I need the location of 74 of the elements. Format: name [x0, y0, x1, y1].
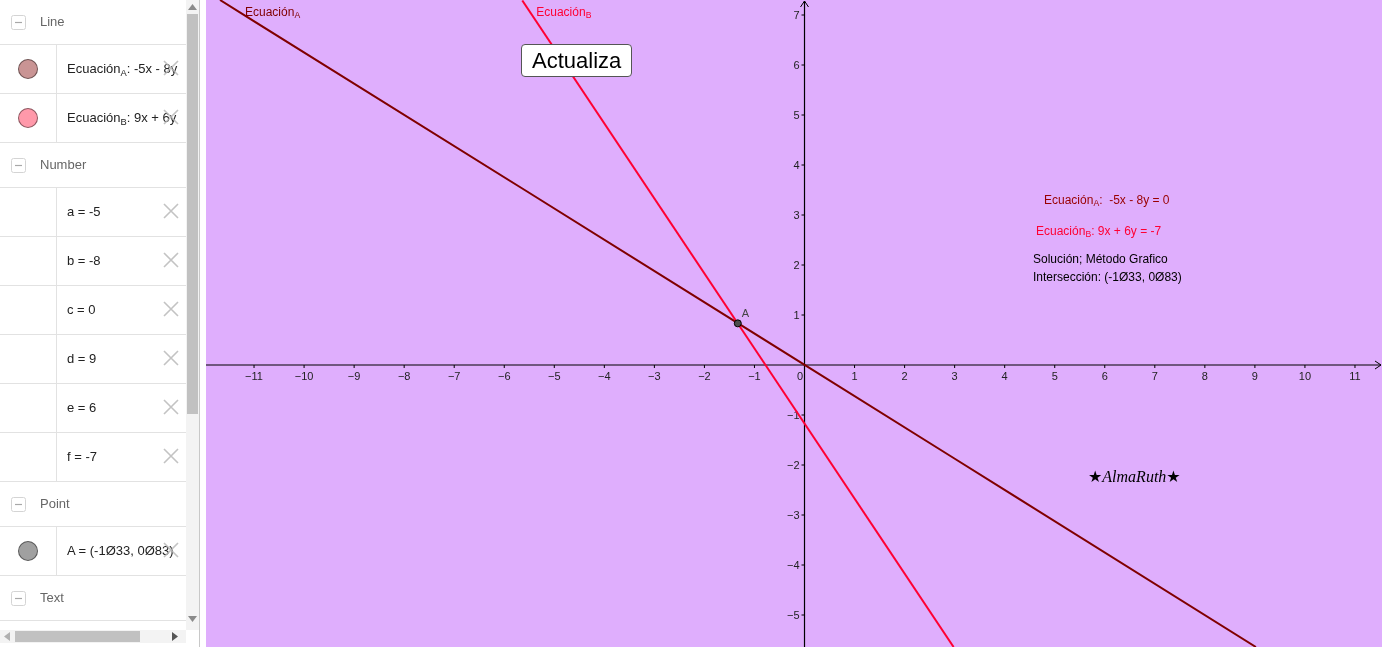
scroll-left-icon[interactable]: [4, 632, 10, 641]
point-label: A: [741, 307, 750, 320]
tick-label: −1: [748, 370, 761, 382]
tick-label: 5: [793, 109, 800, 121]
tick-label: 0: [796, 370, 803, 382]
graph-text: Ecuación$_{B}$: 9x + 6y = -7: [1036, 224, 1162, 239]
algebra-entry[interactable]: b = -8: [67, 251, 101, 271]
collapse-icon[interactable]: [11, 157, 26, 173]
line-label: Ecuación$_{B}$: [536, 5, 592, 20]
tick-label: 5: [1051, 370, 1058, 382]
signature-text: ★AlmaRuth★: [1088, 467, 1181, 487]
update-button[interactable]: Actualiza: [521, 44, 633, 77]
collapse-icon[interactable]: [11, 590, 26, 606]
graph-text: Solución; Método Grafico: [1033, 252, 1168, 267]
vertical-scrollbar[interactable]: [186, 0, 199, 630]
dot-icon[interactable]: [18, 541, 38, 561]
algebra-entry[interactable]: d = 9: [67, 349, 97, 369]
tick-label: −2: [698, 370, 711, 382]
tick-label: −5: [786, 609, 800, 621]
tick-label: 7: [1151, 370, 1158, 382]
algebra-entry[interactable]: f = -7: [67, 447, 97, 467]
tick-label: 2: [901, 370, 908, 382]
group-title: Text: [40, 589, 64, 608]
dot-icon[interactable]: [18, 108, 38, 128]
tick-label: 11: [1349, 370, 1361, 382]
tick-label: −7: [447, 370, 461, 382]
tick-label: 7: [793, 9, 800, 21]
tick-label: 1: [851, 370, 858, 382]
scroll-down-icon[interactable]: [188, 616, 197, 622]
tick-label: −6: [498, 370, 511, 382]
tick-label: 3: [793, 209, 800, 221]
graph-text: Intersección: (-1Ø33, 0Ø83): [1033, 270, 1182, 285]
line-label: Ecuación$_{A}$: [245, 5, 301, 20]
tick-label: −3: [786, 509, 800, 521]
tick-label: 2: [793, 259, 800, 271]
tick-label: −3: [648, 370, 661, 382]
algebra-entry[interactable]: c = 0: [67, 300, 96, 320]
tick-label: −9: [347, 370, 361, 382]
group-title: Line: [40, 13, 65, 32]
group-title: Number: [40, 156, 87, 175]
algebra-entry[interactable]: A = (-1Ø33, 0Ø83): [67, 541, 174, 561]
tick-label: 8: [1201, 370, 1208, 382]
collapse-icon[interactable]: [11, 14, 26, 30]
tick-label: 4: [1001, 370, 1008, 382]
tick-label: 9: [1251, 370, 1258, 382]
tick-label: 4: [793, 159, 800, 171]
scroll-up-icon[interactable]: [188, 4, 197, 10]
scrollbar-thumb[interactable]: [15, 631, 140, 642]
tick-label: 10: [1298, 370, 1312, 382]
tick-label: −4: [786, 559, 800, 571]
graph-text: Ecuación$_{A}$: -5x - 8y = 0: [1044, 193, 1170, 208]
scroll-right-icon[interactable]: [172, 632, 178, 641]
collapse-icon[interactable]: [11, 496, 26, 512]
algebra-entry[interactable]: e = 6: [67, 398, 97, 418]
horizontal-scrollbar[interactable]: [0, 630, 186, 643]
group-title: Point: [40, 495, 70, 514]
tick-label: −8: [397, 370, 411, 382]
algebra-entry[interactable]: Ecuación$_{B}$: 9x + 6y: [67, 108, 177, 128]
point-marker: [733, 319, 742, 328]
tick-label: −5: [548, 370, 561, 382]
tick-label: 6: [1101, 370, 1108, 382]
tick-label: 3: [951, 370, 958, 382]
tick-label: 6: [793, 59, 800, 71]
algebra-entry[interactable]: Ecuación$_{A}$: -5x - 8y: [67, 59, 178, 79]
tick-label: 1: [793, 309, 800, 321]
tick-label: −2: [786, 459, 800, 471]
delete-icon[interactable]: [163, 60, 179, 76]
tick-label: −4: [598, 370, 611, 382]
dot-icon[interactable]: [18, 59, 38, 79]
algebra-entry[interactable]: a = -5: [67, 202, 101, 222]
scrollbar-thumb[interactable]: [187, 14, 198, 414]
tick-label: −11: [245, 370, 263, 382]
tick-label: −10: [294, 370, 314, 382]
delete-icon[interactable]: [163, 109, 179, 125]
